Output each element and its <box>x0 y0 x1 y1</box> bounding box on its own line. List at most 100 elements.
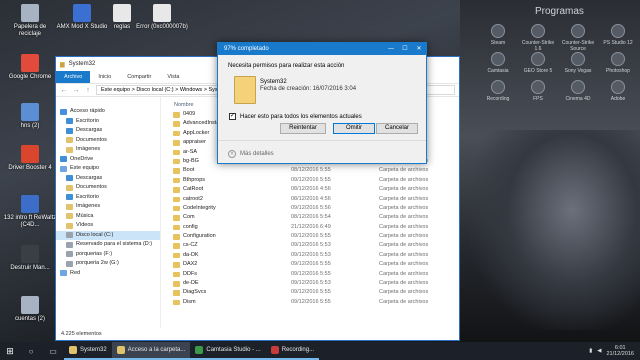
row-name: da-DK <box>183 251 199 258</box>
program-icon[interactable]: Counter-Strike 1.6 <box>518 24 558 52</box>
desktop-icon[interactable]: cuentas (2) <box>2 296 58 323</box>
table-row[interactable]: cs-CZ 09/12/2016 5:53 Carpeta de archivos <box>169 241 459 250</box>
program-icon[interactable]: Sony Vegas <box>558 52 598 74</box>
table-row[interactable]: CatRoot 08/12/2016 4:56 Carpeta de archivo… <box>169 185 459 194</box>
program-icon[interactable]: GEO Store 5 <box>518 52 558 74</box>
taskbar-app-label: Camtasia Studio - ... <box>206 347 261 353</box>
program-icon[interactable]: Steam <box>478 24 518 46</box>
tab-archivo[interactable]: Archivo <box>56 71 91 83</box>
desktop-icon-label: Error (0xc000007b) <box>136 24 188 30</box>
taskbar-app[interactable]: Acceso a la carpeta... <box>111 342 191 360</box>
nav-item[interactable]: Vídeos <box>56 221 160 231</box>
nav-item[interactable]: Descargas <box>56 174 160 184</box>
row-type: Carpeta de archivos <box>379 233 429 240</box>
nav-item[interactable]: Descargas <box>56 126 160 136</box>
taskbar-app[interactable]: Camtasia Studio - ... <box>190 342 266 360</box>
up-arrow-icon[interactable]: ↑ <box>84 87 92 94</box>
program-icon[interactable]: Camtasia <box>478 52 518 74</box>
program-icon[interactable]: Cinema 4D <box>558 80 598 102</box>
table-row[interactable]: CodeIntegrity 09/12/2016 5:56 Carpeta de a… <box>169 204 459 213</box>
table-row[interactable]: Com 08/12/2016 5:54 Carpeta de archivos <box>169 213 459 222</box>
desktop-icon[interactable]: Driver Booster 4 <box>2 145 58 172</box>
tab-compartir[interactable]: Compartir <box>119 71 159 83</box>
row-name: Com <box>183 214 195 221</box>
nav-item[interactable]: Acceso rápido <box>56 107 160 117</box>
row-name: CatRoot <box>183 186 204 193</box>
nav-item-label: Música <box>76 212 94 219</box>
nav-item[interactable]: Escritorio <box>56 193 160 203</box>
table-row[interactable]: Dism 09/12/2016 5:55 Carpeta de archivos <box>169 298 459 307</box>
taskbar-app-label: Acceso a la carpeta... <box>127 347 186 353</box>
nav-item[interactable]: Este equipo <box>56 164 160 174</box>
skip-button[interactable]: Omitir <box>333 123 375 134</box>
desktop-icon[interactable]: Google Chrome <box>2 54 58 81</box>
explorer-title: System32 <box>68 61 96 67</box>
cancel-button[interactable]: Cancelar <box>376 123 418 134</box>
table-row[interactable]: Boot 08/12/2016 5:55 Carpeta de archivos <box>169 166 459 175</box>
volume-icon[interactable]: ◀ <box>597 348 601 354</box>
program-icon[interactable]: Adobe <box>598 80 638 102</box>
desktop-icon[interactable]: Error (0xc000007b) <box>134 4 190 31</box>
folder-icon <box>173 243 180 249</box>
row-name: config <box>183 223 198 230</box>
app-icon <box>531 24 545 38</box>
minimize-icon[interactable]: — <box>384 43 398 55</box>
dialog-file-date: Fecha de creación: 16/07/2016 3:04 <box>260 86 357 92</box>
table-row[interactable]: Configuration 09/12/2016 5:55 Carpeta de a… <box>169 232 459 241</box>
nav-item-icon <box>66 213 73 220</box>
tab-inicio[interactable]: Inicio <box>90 71 119 83</box>
row-name: DAX2 <box>183 261 198 268</box>
table-row[interactable]: da-DK 09/12/2016 5:53 Carpeta de archivos <box>169 251 459 260</box>
nav-item[interactable]: Escritorio <box>56 117 160 127</box>
nav-item[interactable]: Red <box>56 269 160 279</box>
table-row[interactable]: Bthprops 09/12/2016 5:55 Carpeta de archiv… <box>169 176 459 185</box>
program-icon[interactable]: PS Studio 12 <box>598 24 638 46</box>
nav-item-icon <box>66 241 73 248</box>
program-icon[interactable]: Photoshop <box>598 52 638 74</box>
program-icon[interactable]: Recording <box>478 80 518 102</box>
nav-item[interactable]: Documentos <box>56 136 160 146</box>
table-row[interactable]: DAX2 09/12/2016 5:55 Carpeta de archivos <box>169 260 459 269</box>
nav-item[interactable]: Imágenes <box>56 202 160 212</box>
table-row[interactable]: catroot2 08/12/2016 4:56 Carpeta de archiv… <box>169 195 459 204</box>
maximize-icon[interactable]: ☐ <box>398 43 412 55</box>
taskbar-app[interactable]: Recording... <box>265 342 320 360</box>
search-icon[interactable]: ○ <box>20 342 42 360</box>
more-details-label: Más detalles <box>240 151 274 157</box>
wallpaper-art <box>470 130 640 330</box>
retry-button[interactable]: Reintentar <box>280 123 326 134</box>
nav-item[interactable]: Disco local (C:) <box>56 230 160 240</box>
app-icon <box>571 52 585 66</box>
row-type: Carpeta de archivos <box>379 223 429 230</box>
desktop-icon[interactable]: 132 intro ft ReWaltz (C4D... <box>2 195 58 229</box>
table-row[interactable]: DDFs 09/12/2016 5:55 Carpeta de archivos <box>169 270 459 279</box>
taskbar-app[interactable]: System32 <box>64 342 112 360</box>
program-icon[interactable]: Counter-Strike Source <box>558 24 598 52</box>
desktop-icon[interactable]: Destruir Man... <box>2 245 58 272</box>
close-icon[interactable]: ✕ <box>412 43 426 55</box>
nav-item[interactable]: Imágenes <box>56 145 160 155</box>
table-row[interactable]: de-DE 09/12/2016 5:53 Carpeta de archivos <box>169 279 459 288</box>
program-icon[interactable]: FPS <box>518 80 558 102</box>
nav-item[interactable]: Reservado para el sistema (D:) <box>56 240 160 250</box>
nav-item[interactable]: porquerias (F:) <box>56 250 160 260</box>
nav-item[interactable]: porqueria 2w (G:) <box>56 259 160 269</box>
more-details-toggle[interactable]: ˅ Más detalles <box>228 150 274 158</box>
nav-item[interactable]: Documentos <box>56 183 160 193</box>
windows-start-icon[interactable]: ⊞ <box>0 342 20 360</box>
task-view-icon[interactable]: ▭ <box>42 342 64 360</box>
clock[interactable]: 6:01 21/12/2016 <box>606 345 634 357</box>
apply-all-checkbox[interactable]: ✓ Hacer esto para todos los elementos ac… <box>229 113 362 120</box>
nav-item[interactable]: OneDrive <box>56 155 160 165</box>
forward-arrow-icon[interactable]: → <box>72 87 80 94</box>
back-arrow-icon[interactable]: ← <box>60 87 68 94</box>
nav-item-label: Documentos <box>76 136 107 143</box>
tab-vista[interactable]: Vista <box>159 71 187 83</box>
table-row[interactable]: DiagSvcs 09/12/2016 5:55 Carpeta de archiv… <box>169 288 459 297</box>
nav-item[interactable]: Música <box>56 212 160 222</box>
checkbox-box[interactable]: ✓ <box>229 113 236 120</box>
desktop-icon[interactable]: hns (2) <box>2 103 58 130</box>
table-row[interactable]: config 21/12/2016 6:49 Carpeta de archivos <box>169 223 459 232</box>
desktop-icon[interactable]: Papelera de reciclaje <box>2 4 58 38</box>
network-icon[interactable]: ▮ <box>589 348 592 354</box>
